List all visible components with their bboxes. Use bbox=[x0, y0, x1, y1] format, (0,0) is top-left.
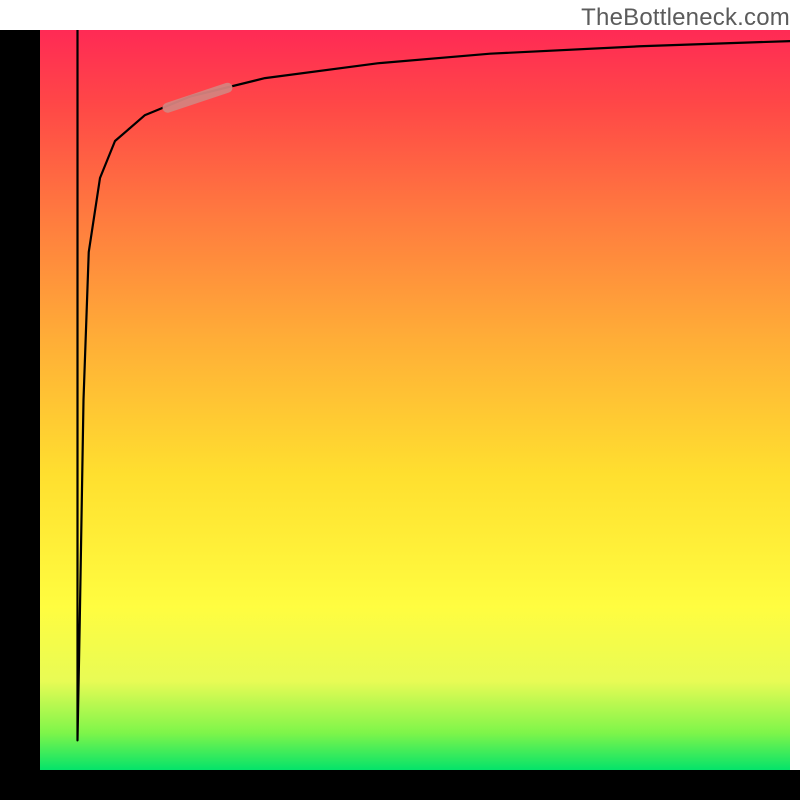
chart-svg bbox=[0, 0, 800, 800]
y-axis bbox=[0, 30, 40, 770]
x-axis bbox=[0, 770, 800, 800]
chart-stage: TheBottleneck.com bbox=[0, 0, 800, 800]
watermark-text: TheBottleneck.com bbox=[581, 4, 790, 32]
plot-background bbox=[40, 30, 790, 770]
